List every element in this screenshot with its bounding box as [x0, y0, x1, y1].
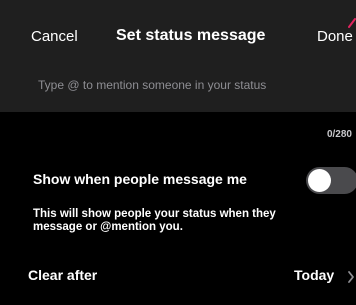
- clear-after-label: Clear after: [28, 267, 98, 283]
- status-message-input[interactable]: Type @ to mention someone in your status: [0, 68, 356, 112]
- show-when-messaged-description: This will show people your status when t…: [33, 208, 276, 233]
- chevron-right-icon: [348, 271, 354, 283]
- accent-mark: [348, 18, 356, 28]
- page-title: Set status message: [116, 27, 266, 44]
- header-bar: Cancel Set status message Done: [0, 0, 356, 68]
- character-counter: 0/280: [326, 129, 352, 140]
- toggle-knob: [308, 169, 331, 192]
- done-button[interactable]: Done: [317, 28, 353, 45]
- clear-after-row[interactable]: Clear after Today: [0, 257, 356, 293]
- status-input-placeholder: Type @ to mention someone in your status: [38, 78, 267, 92]
- show-when-messaged-toggle[interactable]: [306, 167, 356, 194]
- show-when-messaged-label: Show when people message me: [33, 171, 247, 187]
- clear-after-value: Today: [294, 267, 335, 283]
- cancel-button[interactable]: Cancel: [31, 28, 78, 45]
